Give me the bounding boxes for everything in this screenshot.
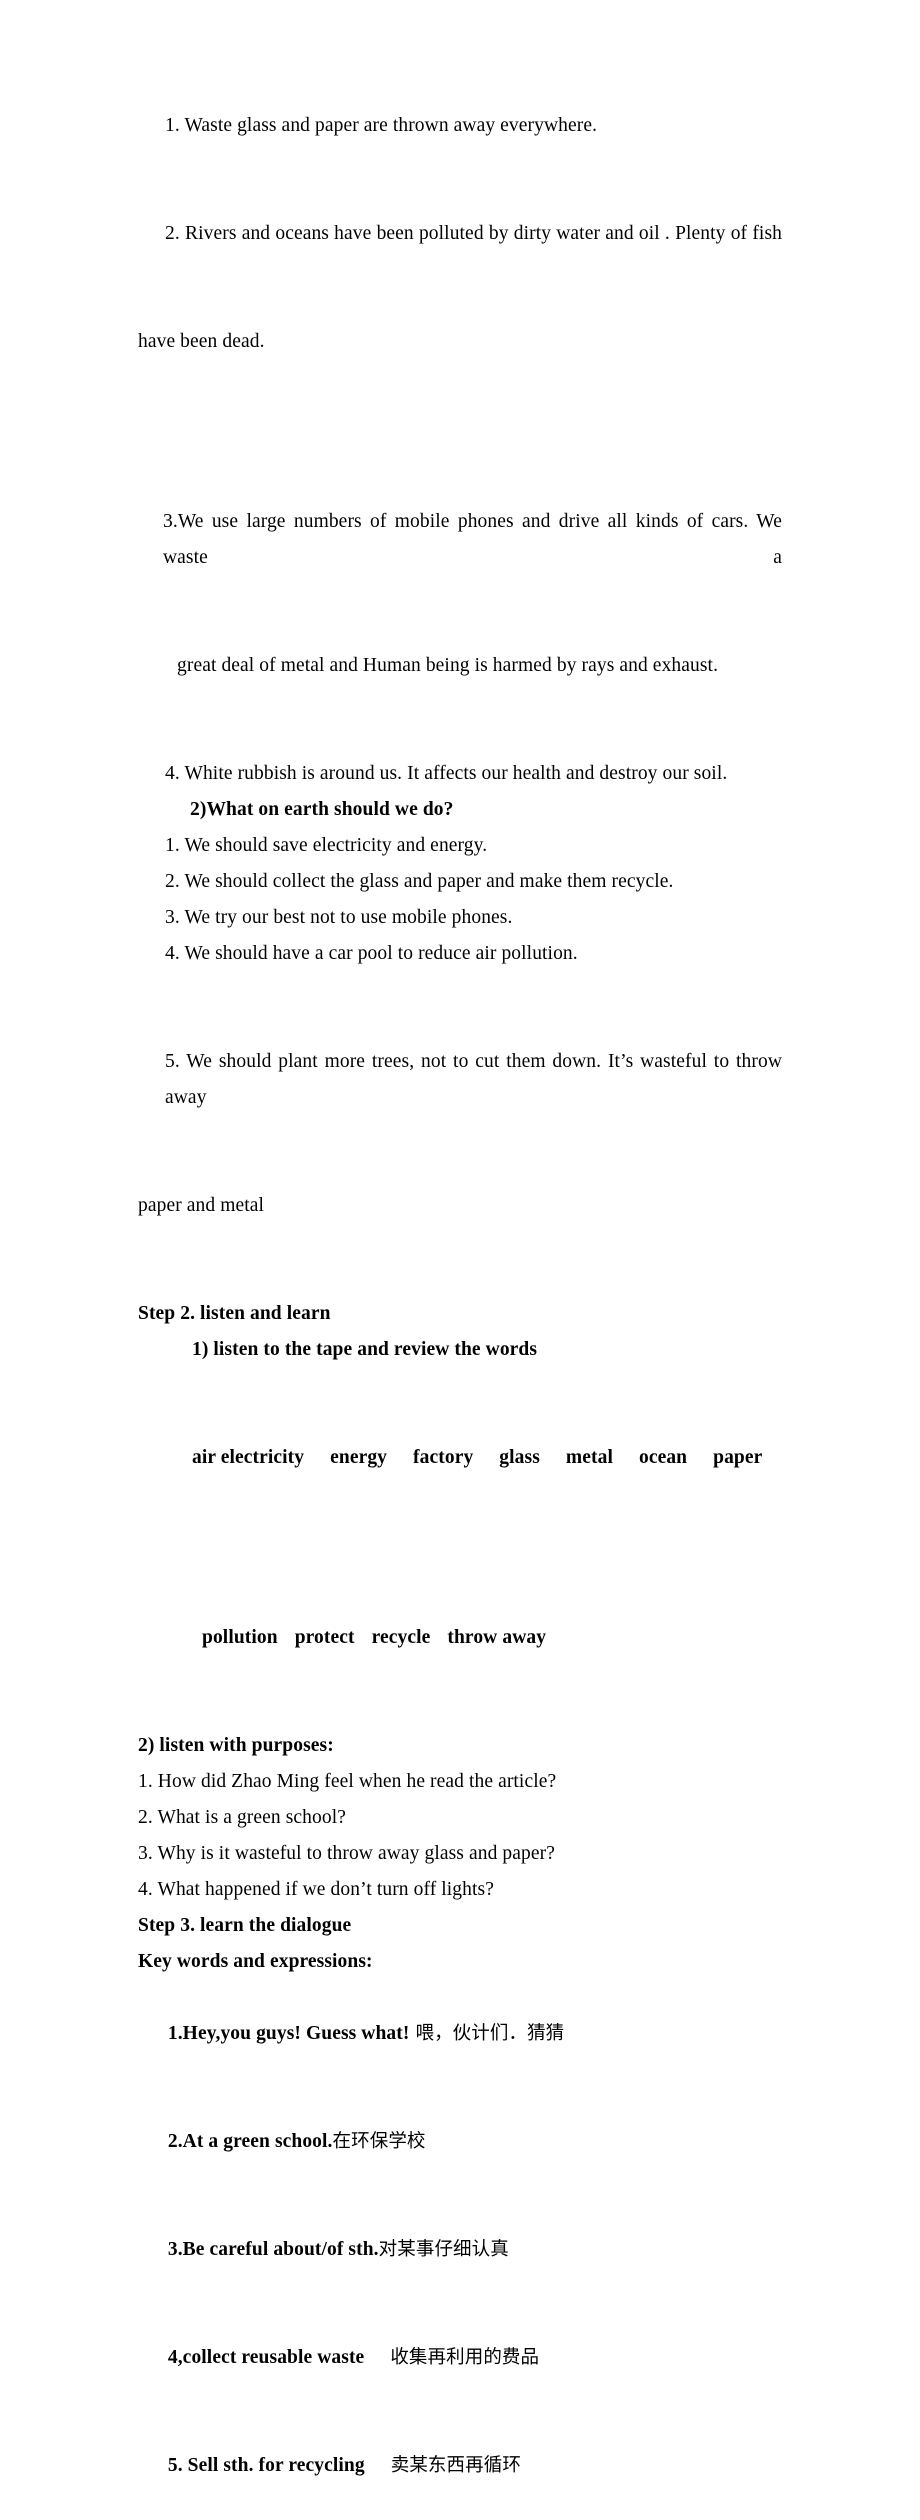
problem-item-3-line-1: 3.We use large numbers of mobile phones … <box>163 511 787 568</box>
problem-item-1: 1. Waste glass and paper are thrown away… <box>165 115 598 136</box>
word-paper: paper <box>713 1447 763 1468</box>
word-factory: factory <box>413 1447 474 1468</box>
step2-sub-heading: 1) listen to the tape and review the wor… <box>192 1339 538 1360</box>
key-expression-3-english: 3.Be careful about/of sth. <box>167 2239 379 2260</box>
word-ocean: ocean <box>638 1447 688 1468</box>
step2-heading: Step 2. listen and learn <box>138 1303 331 1324</box>
listen-question-3: 3. Why is it wasteful to throw away glas… <box>138 1843 555 1864</box>
key-words-heading: Key words and expressions: <box>138 1951 373 1972</box>
key-expression-3-chinese: 对某事仔细认真 <box>378 2239 509 2260</box>
word-bank-row-2: pollution protect recycle throw away <box>202 1620 782 1656</box>
word-glass: glass <box>499 1447 540 1468</box>
problem-item-2-line-1: 2. Rivers and oceans have been polluted … <box>165 223 782 244</box>
key-expression-4-chinese: 收集再利用的费品 <box>390 2347 540 2368</box>
key-expression-5-chinese: 卖某东西再循环 <box>390 2455 521 2476</box>
key-expression-5-english: 5. Sell sth. for recycling <box>167 2455 365 2476</box>
solution-item-3: 3. We try our best not to use mobile pho… <box>165 907 513 928</box>
key-expression-1-chinese: 喂，伙计们．猜猜 <box>415 2023 565 2044</box>
key-expression-3: 3.Be careful about/of sth.对某事仔细认真 <box>138 2196 782 2304</box>
step3-heading: Step 3. learn the dialogue <box>138 1915 352 1936</box>
solution-item-4: 4. We should have a car pool to reduce a… <box>165 943 578 964</box>
question-heading: 2)What on earth should we do? <box>190 799 454 820</box>
key-expression-2-english: 2.At a green school. <box>167 2131 333 2152</box>
key-expression-1: 1.Hey,you guys! Guess what! 喂，伙计们．猜猜 <box>138 1980 782 2088</box>
document-body: 1. Waste glass and paper are thrown away… <box>138 108 782 2520</box>
word-energy: energy <box>330 1447 388 1468</box>
word-air-electricity: air electricity <box>192 1447 305 1468</box>
word-recycle: recycle <box>371 1627 431 1648</box>
listen-question-1: 1. How did Zhao Ming feel when he read t… <box>138 1771 557 1792</box>
solution-item-5-line-1: 5. We should plant more trees, not to cu… <box>165 1051 787 1108</box>
word-bank-line-1: air electricity energy factory glass metal oc… <box>138 1368 782 1548</box>
problem-item-4: 4. White rubbish is around us. It affect… <box>165 763 728 784</box>
key-expression-5: 5. Sell sth. for recycling 卖某东西再循环 <box>138 2412 782 2520</box>
key-expression-1-english: 1.Hey,you guys! Guess what! <box>167 2023 410 2044</box>
problem-item-3-line-2: great deal of metal and Human being is h… <box>177 655 719 676</box>
word-metal: metal <box>565 1447 613 1468</box>
problem-item-2-line-2: have been dead. <box>138 331 265 352</box>
solution-item-1: 1. We should save electricity and energy… <box>165 835 488 856</box>
word-throw-away: throw away <box>447 1627 547 1648</box>
problem-item-3: 3.We use large numbers of mobile phones … <box>138 432 782 756</box>
word-protect: protect <box>294 1627 355 1648</box>
problem-item-2: 2. Rivers and oceans have been polluted … <box>138 144 782 432</box>
key-expression-4: 4,collect reusable waste 收集再利用的费品 <box>138 2304 782 2412</box>
solution-item-5: 5. We should plant more trees, not to cu… <box>138 972 782 1296</box>
key-expression-4-english: 4,collect reusable waste <box>167 2347 365 2368</box>
listen-purposes-heading: 2) listen with purposes: <box>138 1735 334 1756</box>
solution-item-5-line-2: paper and metal <box>138 1195 265 1216</box>
word-bank-row-1: air electricity energy factory glass metal oc… <box>192 1440 782 1476</box>
listen-question-2: 2. What is a green school? <box>138 1807 347 1828</box>
key-expression-2-chinese: 在环保学校 <box>332 2131 426 2152</box>
listen-question-4: 4. What happened if we don’t turn off li… <box>138 1879 494 1900</box>
word-pollution: pollution <box>202 1627 278 1648</box>
key-expression-2: 2.At a green school.在环保学校 <box>138 2088 782 2196</box>
document-page: 1. Waste glass and paper are thrown away… <box>0 0 920 2476</box>
word-bank-line-2: pollution protect recycle throw away <box>138 1548 782 1728</box>
solution-item-2: 2. We should collect the glass and paper… <box>165 871 674 892</box>
